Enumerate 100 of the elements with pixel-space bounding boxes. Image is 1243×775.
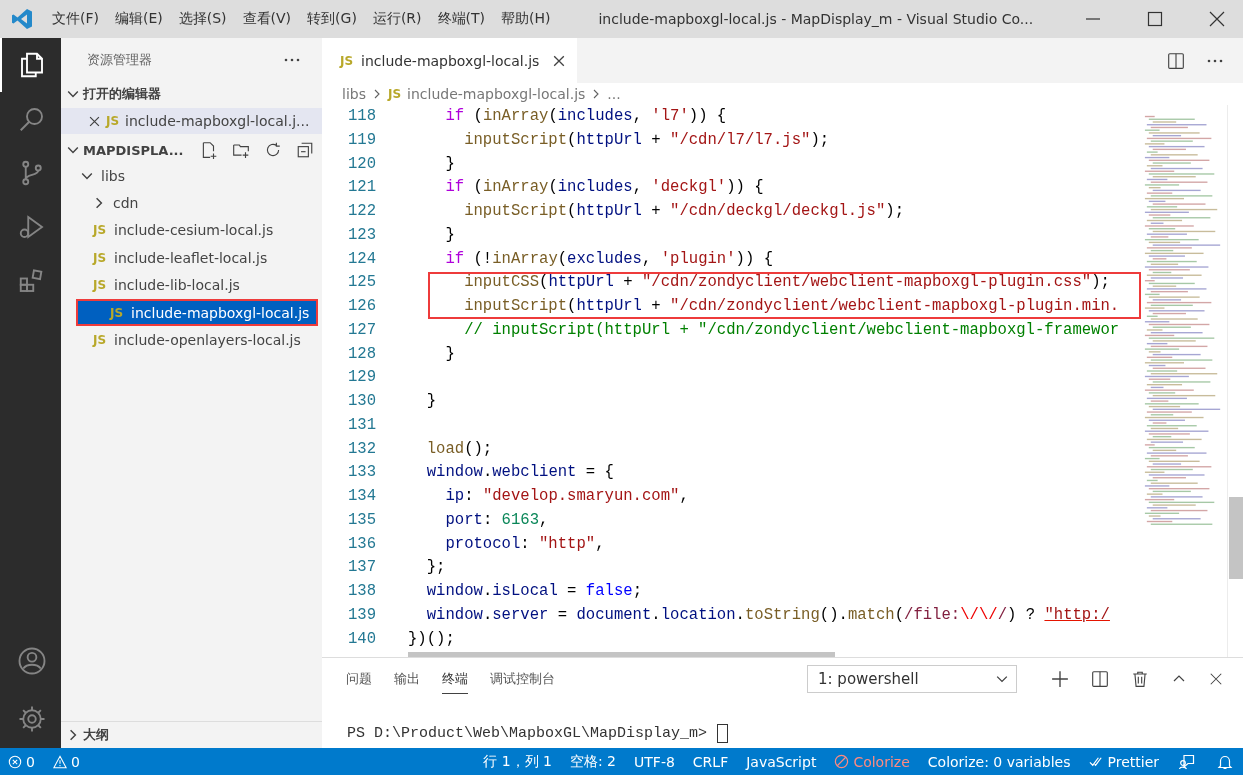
line-number: 122: [346, 201, 377, 222]
code-line: }: [444, 154, 455, 173]
file-item[interactable]: JS include-leaflet-local.js: [61, 244, 322, 272]
code-line: inputCSS(httpUrl + "/cdn/zondyclient/webclient-mapboxgl-plugin.css");: [463, 273, 1110, 292]
trash-icon[interactable]: [1131, 670, 1149, 688]
code-line: // inputScript(httpUrl + "/cdn/zondyclient/webclient-mapboxgl-framewor: [463, 320, 1120, 339]
line-number: 118: [346, 106, 377, 127]
code-line: protocol: "http",: [444, 534, 605, 553]
panel-tab[interactable]: 调试控制台: [490, 664, 555, 694]
file-type-label: JS: [387, 87, 402, 101]
collapse-all-icon[interactable]: [296, 141, 314, 159]
line-number: 136: [346, 533, 377, 555]
editor-tab[interactable]: JS include-mapboxgl-local.js: [322, 38, 578, 83]
file-name: include-mapboxgl-local.j...: [125, 113, 310, 129]
panel-tab[interactable]: 问题: [346, 664, 372, 694]
close-icon[interactable]: [1209, 672, 1223, 686]
close-icon[interactable]: [553, 54, 566, 67]
status-item[interactable]: CRLF: [692, 753, 729, 770]
line-number: 125: [346, 272, 377, 294]
scrollbar-thumb[interactable]: [408, 652, 835, 657]
menu-item[interactable]: 编辑(E): [107, 10, 171, 28]
code-line: ip: "develop.smaryun.com",: [444, 487, 689, 505]
status-item[interactable]: JavaScript: [746, 753, 817, 770]
section-label: 打开的编辑器: [83, 85, 161, 103]
new-folder-icon[interactable]: [232, 141, 250, 159]
close-icon[interactable]: [89, 115, 100, 127]
error-count[interactable]: 0: [8, 753, 35, 770]
line-number: 132: [346, 438, 377, 460]
sidebar-title: 资源管理器: [87, 51, 152, 69]
more-icon[interactable]: [284, 58, 300, 62]
panel-tab[interactable]: 输出: [394, 664, 420, 694]
scrollbar-thumb[interactable]: [1229, 497, 1243, 579]
line-number: 123: [346, 224, 377, 246]
folder-item[interactable]: libs: [61, 162, 322, 190]
section-header[interactable]: 打开的编辑器: [61, 82, 322, 106]
menu-item[interactable]: 查看(V): [234, 10, 300, 28]
file-item[interactable]: JS include-lib-local.js: [61, 271, 322, 299]
file-type-label: JS: [106, 114, 120, 128]
menu-item[interactable]: 帮助(H): [493, 10, 559, 28]
file-item[interactable]: JS include-cesium-local.js: [61, 216, 322, 245]
folder-item[interactable]: cdn: [61, 189, 322, 217]
line-number: 121: [346, 177, 377, 199]
file-type-label: JS: [110, 305, 124, 320]
line-number: 131: [346, 414, 377, 436]
file-name: include-leaflet-local.js: [114, 249, 268, 266]
split-terminal-icon[interactable]: [1091, 670, 1109, 688]
menu-item[interactable]: 转到(G): [299, 10, 365, 28]
file-name: include-lib-local.js: [114, 277, 240, 294]
section-header[interactable]: MAPDISPLA...: [61, 138, 322, 162]
breadcrumb-item[interactable]: ...: [607, 86, 621, 102]
file-type-label: JS: [93, 223, 107, 238]
code-line: window.server = document.location.toString().match(/file:\/\//) ? "http:/: [425, 605, 1110, 624]
menu-item[interactable]: 运行(R): [364, 10, 430, 28]
line-number: 139: [346, 604, 377, 626]
file-item[interactable]: JS include-mapboxgl-local.js: [76, 298, 318, 327]
split-editor-icon[interactable]: [1167, 51, 1185, 70]
menu-item[interactable]: 选择(S): [170, 10, 235, 28]
file-type-label: JS: [93, 250, 107, 265]
breadcrumb-item[interactable]: libs: [342, 86, 366, 102]
file-name: include-openlayers-local.js: [114, 332, 301, 349]
status-item[interactable]: 行 1，列 1: [483, 752, 552, 771]
code-line: port: 6163,: [444, 510, 549, 529]
feedback-icon[interactable]: [1179, 753, 1195, 770]
line-number: 129: [346, 367, 377, 389]
plus-icon[interactable]: [1051, 670, 1069, 688]
breadcrumb-item[interactable]: include-mapboxgl-local.js: [407, 86, 586, 102]
file-item[interactable]: JS include-openlayers-local.js: [61, 326, 322, 354]
line-number: 130: [346, 391, 377, 412]
line-number: 120: [346, 153, 377, 175]
panel-tab[interactable]: 终端: [442, 664, 468, 694]
close-icon[interactable]: [1209, 11, 1225, 27]
file-type-label: JS: [93, 333, 107, 348]
status-item[interactable]: UTF-8: [634, 753, 675, 770]
file-name: include-mapboxgl-local.js: [131, 304, 310, 321]
code-line: window.isLocal = false;: [425, 582, 642, 600]
file-type-label: JS: [93, 278, 107, 293]
code-line: }: [444, 344, 455, 363]
bell-icon[interactable]: [1217, 753, 1233, 770]
menu-item[interactable]: 文件(F): [44, 10, 107, 28]
code-line: inputScript(httpUrl + "/cdn/zondyclient/webclient-mapboxgl-plugin.min.: [463, 297, 1120, 315]
warning-count[interactable]: 0: [52, 753, 80, 770]
menu-item[interactable]: 终端(T): [429, 10, 493, 28]
terminal-prompt: PS D:\Product\Web\MapboxGL\MapDisplay_m>: [347, 725, 708, 742]
no-entry-icon: [834, 754, 850, 769]
status-item[interactable]: 空格: 2: [569, 752, 617, 771]
open-editor-item[interactable]: JS include-mapboxgl-local.j...: [61, 108, 322, 134]
status-item[interactable]: Colorize: 0 variables: [927, 753, 1071, 770]
window-title: include-mapboxgl-local.js - MapDisplay_m - Visual Studio Co...: [598, 11, 1034, 27]
maximize-icon[interactable]: [1147, 11, 1163, 27]
code-line: load();: [425, 439, 493, 458]
section-label: 大纲: [83, 726, 109, 744]
prettier-item[interactable]: Prettier: [1088, 753, 1159, 770]
tab-label: include-mapboxgl-local.js: [361, 52, 540, 69]
more-icon[interactable]: [1207, 58, 1223, 63]
text-cursor: [717, 724, 729, 743]
file-name: include-cesium-local.js: [114, 222, 274, 239]
line-number: 134: [346, 486, 377, 507]
new-file-icon[interactable]: [200, 141, 218, 159]
terminal-dropdown[interactable]: 1: powershell: [807, 665, 1017, 693]
refresh-icon[interactable]: [264, 141, 282, 159]
